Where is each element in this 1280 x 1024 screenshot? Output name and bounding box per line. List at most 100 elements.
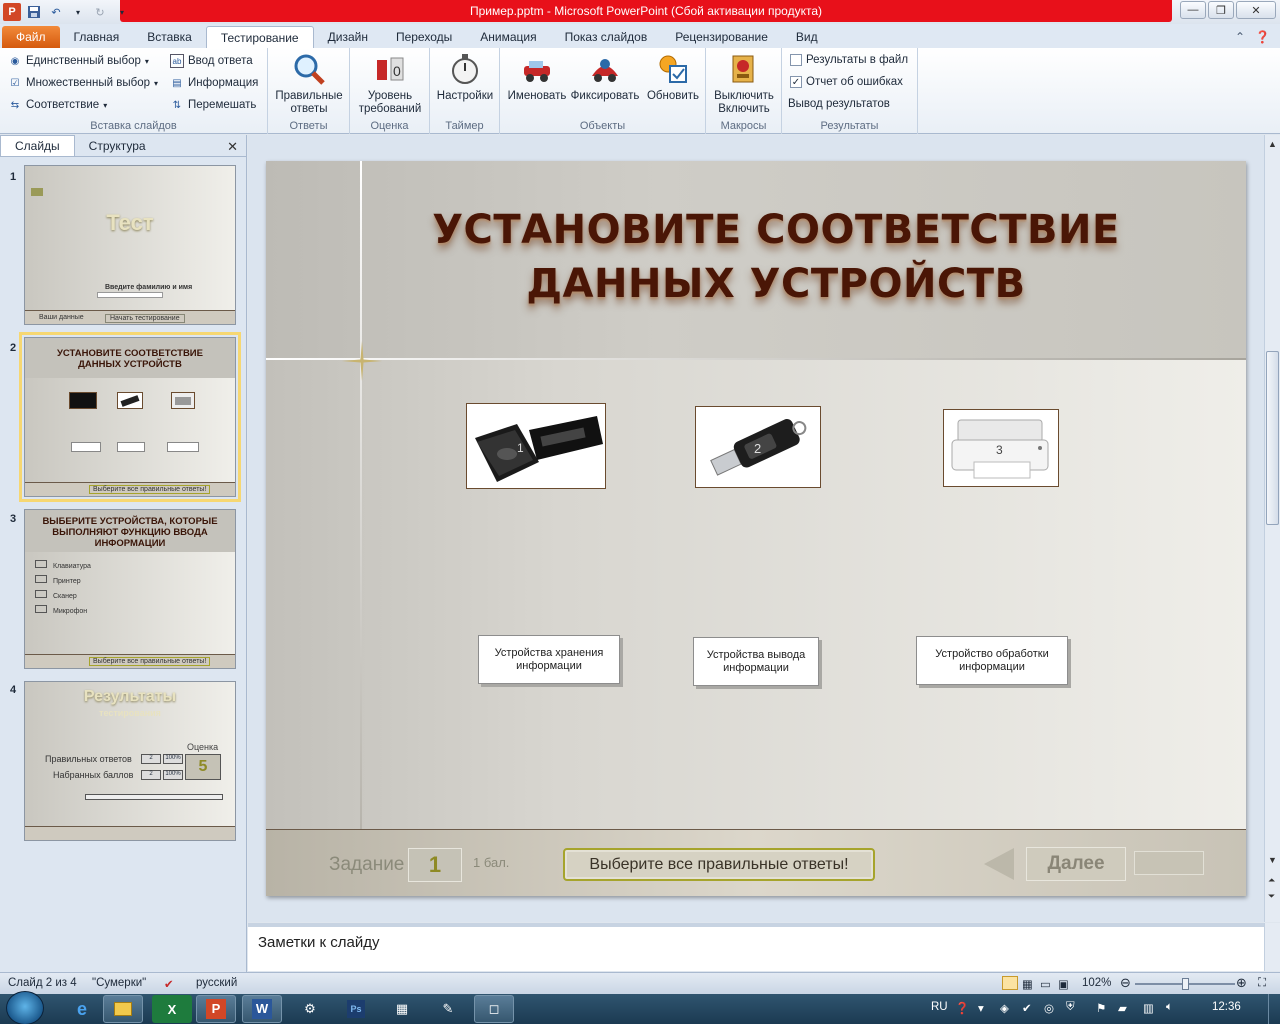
slide-thumbnail-1[interactable]: Тест Введите фамилию и имя Ваши данные Н… <box>24 165 236 325</box>
flag-tray-icon[interactable]: ⚑ <box>1096 1001 1106 1015</box>
clock[interactable]: 12:36 <box>1212 1001 1241 1013</box>
help-tray-icon[interactable]: ❓ <box>955 1001 969 1015</box>
close-pane-icon[interactable]: ✕ <box>227 139 238 155</box>
results-output-button[interactable]: Вывод результатов <box>788 98 890 110</box>
tab-transitions[interactable]: Переходы <box>382 26 466 48</box>
chrome-tray-icon[interactable]: ◎ <box>1044 1001 1054 1015</box>
results-to-file-checkbox[interactable]: Результаты в файл <box>790 54 908 66</box>
zoom-in-icon[interactable]: ⊕ <box>1236 975 1247 991</box>
show-desktop-button[interactable] <box>1268 994 1280 1024</box>
device-image-storage[interactable]: 1 <box>466 403 606 489</box>
rename-button[interactable]: Именовать <box>506 52 568 103</box>
slide-title[interactable]: УСТАНОВИТЕ СООТВЕТСТВИЕ ДАННЫХ УСТРОЙСТВ <box>386 203 1166 311</box>
restore-button[interactable]: ❐ <box>1208 1 1234 19</box>
explorer-icon[interactable] <box>103 995 143 1023</box>
language-indicator[interactable]: русский <box>196 977 237 989</box>
tab-view[interactable]: Вид <box>782 26 832 48</box>
zoom-slider[interactable] <box>1135 978 1235 990</box>
theme-name[interactable]: "Сумерки" <box>92 977 146 989</box>
scroll-up-icon[interactable]: ▲ <box>1268 139 1277 149</box>
slide-sorter-icon[interactable]: ▦ <box>1022 977 1033 991</box>
tab-review[interactable]: Рецензирование <box>661 26 782 48</box>
tab-outline[interactable]: Структура <box>75 136 160 156</box>
multiple-choice-button[interactable]: ☑ Множественный выбор ▾ <box>8 76 159 90</box>
tab-file[interactable]: Файл <box>2 26 60 48</box>
powerpoint-logo-icon[interactable]: P <box>3 3 21 21</box>
tab-slides[interactable]: Слайды <box>0 135 75 156</box>
hint-button[interactable]: Выберите все правильные ответы! <box>563 848 875 881</box>
matching-button[interactable]: ⇆ Соответствие ▾ <box>8 98 107 112</box>
volume-tray-icon[interactable]: 🔈︎ <box>1166 1001 1173 1014</box>
error-report-checkbox[interactable]: ✓ Отчет об ошибках <box>790 76 903 88</box>
spellcheck-icon[interactable]: ✔ <box>164 977 174 991</box>
device-image-flash-drive[interactable]: 2 <box>695 406 821 488</box>
scroll-down-icon[interactable]: ▼ <box>1268 855 1277 865</box>
fit-to-window-icon[interactable]: ⛶ <box>1258 977 1266 990</box>
label-processing-devices[interactable]: Устройство обработки информации <box>916 636 1068 685</box>
blank-button[interactable] <box>1134 851 1204 875</box>
tab-home[interactable]: Главная <box>60 26 134 48</box>
slide-thumbnail-4[interactable]: Результаты тестирования Оценка 5 Правиль… <box>24 681 236 841</box>
current-slide[interactable]: УСТАНОВИТЕ СООТВЕТСТВИЕ ДАННЫХ УСТРОЙСТВ… <box>266 161 1246 896</box>
normal-view-icon[interactable] <box>1002 976 1018 990</box>
label-output-devices[interactable]: Устройства вывода информации <box>693 637 819 686</box>
tab-testing[interactable]: Тестирование <box>205 26 314 48</box>
help-icon[interactable]: ❓ <box>1255 30 1270 44</box>
macros-toggle-button[interactable]: Выключить Включить <box>708 52 780 116</box>
device-image-printer[interactable]: 3 <box>943 409 1059 487</box>
timer-settings-button[interactable]: Настройки <box>432 52 498 103</box>
internet-explorer-icon[interactable]: e <box>62 995 102 1023</box>
previous-slide-icon[interactable]: ⏶ <box>1268 875 1275 886</box>
photoshop-icon[interactable]: Ps <box>336 995 376 1023</box>
collapse-ribbon-icon[interactable]: ⌃ <box>1235 30 1245 44</box>
slide-thumbnail-3[interactable]: ВЫБЕРИТЕ УСТРОЙСТВА, КОТОРЫЕ ВЫПОЛНЯЮТ Ф… <box>24 509 236 669</box>
text-input-button[interactable]: ab Ввод ответа <box>170 54 253 68</box>
scrollbar-thumb[interactable] <box>1266 351 1279 525</box>
vertical-scrollbar[interactable]: ▲ ▼ ⏶ ⏷ <box>1264 135 1280 922</box>
window-app-icon[interactable]: ◻ <box>474 995 514 1023</box>
powerpoint-taskbar-icon[interactable]: P <box>196 995 236 1023</box>
word-icon[interactable]: W <box>242 995 282 1023</box>
next-button[interactable]: Далее <box>1026 847 1126 881</box>
undo-icon[interactable]: ↶ <box>47 3 65 21</box>
tool-icon[interactable]: ✎ <box>428 995 468 1023</box>
tab-slideshow[interactable]: Показ слайдов <box>551 26 662 48</box>
tab-animation[interactable]: Анимация <box>466 26 550 48</box>
fix-button[interactable]: Фиксировать <box>570 52 640 103</box>
correct-answers-button[interactable]: Правильные ответы <box>272 52 346 116</box>
shield-tray-icon[interactable]: ⛨ <box>1066 1001 1075 1014</box>
excel-icon[interactable]: X <box>152 995 192 1023</box>
shuffle-button[interactable]: ⇅ Перемешать <box>170 98 257 112</box>
calculator-icon[interactable]: ▦ <box>382 995 422 1023</box>
undo-dropdown-icon[interactable]: ▾ <box>69 3 87 21</box>
reading-view-icon[interactable]: ▭ <box>1040 977 1051 991</box>
notes-scrollbar[interactable] <box>1264 923 1280 971</box>
single-choice-button[interactable]: ◉ Единственный выбор ▾ <box>8 54 149 68</box>
checkmark-tray-icon[interactable]: ✔ <box>1022 1001 1032 1015</box>
redo-icon[interactable]: ↻ <box>91 3 109 21</box>
nvidia-tray-icon[interactable]: ▰ <box>1118 1001 1127 1015</box>
slideshow-icon[interactable]: ▣ <box>1058 977 1069 991</box>
slide-thumbnail-2[interactable]: УСТАНОВИТЕ СООТВЕТСТВИЕ ДАННЫХ УСТРОЙСТВ… <box>19 332 241 502</box>
app-icon[interactable]: ⚙ <box>290 995 330 1023</box>
close-button[interactable]: ✕ <box>1236 1 1276 19</box>
minimize-button[interactable]: — <box>1180 1 1206 19</box>
customize-qat-icon[interactable]: ▾ <box>113 3 131 21</box>
refresh-button[interactable]: Обновить <box>642 52 704 103</box>
next-slide-icon[interactable]: ⏷ <box>1268 891 1275 902</box>
label-storage-devices[interactable]: Устройства хранения информации <box>478 635 620 684</box>
tab-design[interactable]: Дизайн <box>314 26 382 48</box>
info-button[interactable]: ▤ Информация <box>170 76 258 90</box>
tab-insert[interactable]: Вставка <box>133 26 206 48</box>
requirements-level-button[interactable]: 0 Уровень требований <box>352 52 428 116</box>
previous-arrow-icon[interactable] <box>984 848 1014 880</box>
zoom-level[interactable]: 102% <box>1082 977 1111 989</box>
zoom-out-icon[interactable]: ⊖ <box>1120 975 1131 991</box>
language-indicator-tray[interactable]: RU <box>931 1001 948 1013</box>
tray-icon[interactable]: ▾ <box>978 1001 984 1015</box>
save-icon[interactable] <box>25 3 43 21</box>
start-button[interactable] <box>6 991 44 1024</box>
notes-pane[interactable]: Заметки к слайду <box>248 923 1264 971</box>
network-tray-icon[interactable]: ▥ <box>1143 1001 1154 1015</box>
vpn-tray-icon[interactable]: ◈ <box>1000 1001 1009 1015</box>
